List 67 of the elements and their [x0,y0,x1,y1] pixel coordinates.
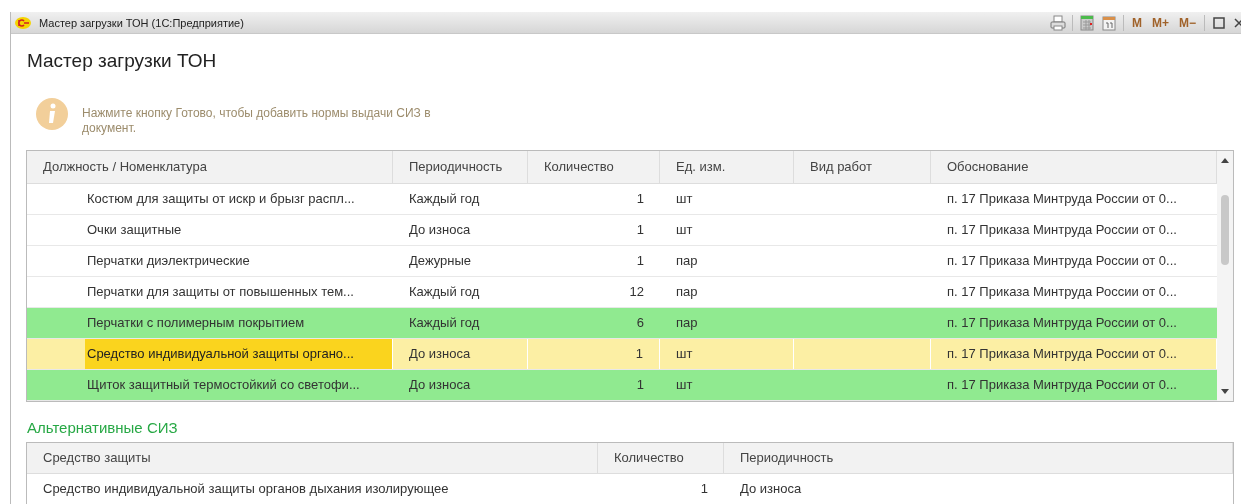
table-cell-text: Костюм для защиты от искр и брызг распл... [86,190,356,208]
column-header[interactable]: Средство защиты [27,443,598,473]
table-row[interactable]: Перчатки диэлектрические Дежурные 1 пар п. 17 Приказа Минтруда России от 0... [27,246,1217,277]
column-header[interactable]: Количество [598,443,724,473]
scroll-up-icon[interactable] [1221,157,1229,163]
table-cell: шт [660,339,794,369]
table-cell-text: пар [675,314,699,332]
table-cell-text: 1 [635,190,645,208]
memory-button[interactable]: M [1129,15,1144,30]
table-cell-text: 6 [635,314,645,332]
table-row[interactable]: Щиток защитный термостойкий со светофи... До износа 1 шт п. 17 Приказа Минтруда России от 0... [27,370,1217,401]
table-cell-text: шт [675,190,694,208]
table-cell-text: шт [675,376,694,394]
table-cell-text: Дежурные [408,252,473,270]
column-header[interactable]: Периодичность [724,443,1233,473]
table-cell-text: п. 17 Приказа Минтруда России от 0... [946,221,1178,239]
maximize-icon[interactable] [1211,14,1227,31]
table-cell-text: До износа [739,480,803,498]
scrollbar-thumb[interactable] [1221,195,1229,265]
column-header[interactable]: Периодичность [393,151,528,183]
table-cell-text: Перчатки диэлектрические [86,252,251,270]
table-cell-text: Каждый год [408,314,481,332]
memory-button[interactable]: M− [1177,15,1198,30]
table-cell-text: Каждый год [408,283,481,301]
column-header[interactable]: Вид работ [794,151,931,183]
table-cell-text: п. 17 Приказа Минтруда России от 0... [946,252,1178,270]
table-row[interactable]: Перчатки с полимерным покрытием Каждый год 6 пар п. 17 Приказа Минтруда России от 0... [27,308,1217,339]
column-header[interactable]: Должность / Номенклатура [27,151,393,183]
table-cell-text: пар [675,252,699,270]
scroll-down-icon[interactable] [1221,389,1229,395]
table-cell-text: Перчатки для защиты от повышенных тем... [86,283,355,301]
info-message: Нажмите кнопку Готово, чтобы добавить нормы выдачи СИЗ в документ. [82,106,432,136]
table-cell-text: 1 [635,221,645,239]
table-cell-text: п. 17 Приказа Минтруда России от 0... [946,190,1178,208]
column-header[interactable]: Ед. изм. [660,151,794,183]
table-row[interactable]: Очки защитные До износа 1 шт п. 17 Приказа Минтруда России от 0... [27,215,1217,246]
table-cell: 1 [528,339,660,369]
table-cell: До износа [393,339,528,369]
table-cell-text: Средство индивидуальной защиты органов дыхания изолирующее [42,480,450,498]
info-icon [36,98,68,130]
table-cell-text: 1 [635,252,645,270]
table-cell-text: До износа [408,376,472,394]
table-row[interactable]: Костюм для защиты от искр и брызг распл... Каждый год 1 шт п. 17 Приказа Минтруда России от 0... [27,184,1217,215]
memory-button[interactable]: M+ [1149,15,1171,30]
table-cell-text: Перчатки с полимерным покрытием [86,314,306,332]
table-cell-text: До износа [408,221,472,239]
table-cell-text: шт [675,221,694,239]
table-cell-text: Каждый год [408,190,481,208]
table-cell-text: 1 [635,376,645,394]
calendar-icon[interactable] [1100,14,1117,31]
table-cell-text: п. 17 Приказа Минтруда России от 0... [946,376,1178,394]
page-heading: Мастер загрузки ТОН [27,50,218,73]
table-cell-text: Очки защитные [86,221,183,239]
table-cell-text: 12 [628,283,645,301]
table-cell-text: Щиток защитный термостойкий со светофи... [86,376,361,394]
table-cell: Средство индивидуальной защиты органо... [85,339,393,369]
table-row[interactable]: Средство индивидуальной защиты органов дыхания изолирующее 1 До износа [27,474,1233,504]
printer-icon[interactable] [1049,14,1066,31]
table-cell-text: п. 17 Приказа Минтруда России от 0... [946,314,1178,332]
section-title: Альтернативные СИЗ [27,419,179,438]
table-row[interactable]: Средство индивидуальной защиты органо... До износа 1 шт п. 17 Приказа Минтруда России от 0... [27,339,1217,370]
window-title: Мастер загрузки ТОН (1С:Предприятие) [39,16,245,29]
table-cell-text: 1 [699,480,709,498]
column-header[interactable]: Количество [528,151,660,183]
table-cell-text: п. 17 Приказа Минтруда России от 0... [946,283,1178,301]
table-cell-text: пар [675,283,699,301]
app-logo-icon [15,16,31,29]
